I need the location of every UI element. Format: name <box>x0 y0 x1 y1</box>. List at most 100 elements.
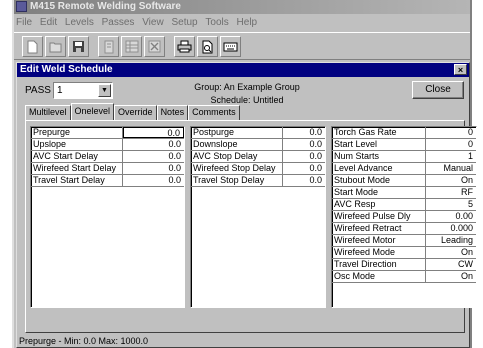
grid-row[interactable]: Prepurge 0.0 <box>31 127 184 139</box>
dialog-titlebar: Edit Weld Schedule × <box>17 63 469 77</box>
delete-button[interactable] <box>144 36 165 57</box>
param-value[interactable]: 0.0 <box>123 139 184 150</box>
document-icon <box>104 40 113 53</box>
toolbar <box>14 32 470 60</box>
dialog-close-icon[interactable]: × <box>454 64 467 75</box>
grid-row[interactable]: Travel Direction CW <box>332 259 476 271</box>
dialog-title: Edit Weld Schedule <box>20 64 113 75</box>
menu-setup[interactable]: Setup <box>171 17 197 28</box>
open-button[interactable] <box>45 36 66 57</box>
param-value[interactable]: 0.0 <box>283 163 325 174</box>
new-button[interactable] <box>22 36 43 57</box>
param-label: Prepurge <box>31 127 123 138</box>
tab-notes[interactable]: Notes <box>156 105 189 120</box>
menu-help[interactable]: Help <box>237 17 258 28</box>
menu-bar: File Edit Levels Passes View Setup Tools… <box>14 15 470 31</box>
menu-levels[interactable]: Levels <box>65 17 94 28</box>
param-label: Wirefeed Stop Delay <box>191 163 283 174</box>
app-title: M415 Remote Welding Software <box>30 1 181 12</box>
close-button[interactable]: Close <box>412 81 464 99</box>
param-value[interactable]: 1 <box>426 151 476 162</box>
grid-row[interactable]: Level Advance Manual <box>332 163 476 175</box>
param-label: Num Starts <box>332 151 426 162</box>
grid-row[interactable]: Wirefeed Stop Delay 0.0 <box>191 163 325 175</box>
param-value[interactable]: 0.0 <box>123 151 184 162</box>
param-label: Torch Gas Rate <box>332 127 426 138</box>
param-value[interactable]: CW <box>426 259 476 270</box>
grid-row[interactable]: Stubout Mode On <box>332 175 476 187</box>
grid-row[interactable]: Postpurge 0.0 <box>191 127 325 139</box>
param-value[interactable]: 0.0 <box>123 175 184 186</box>
app-icon <box>16 1 27 12</box>
new-icon <box>27 40 38 53</box>
grid-row[interactable]: Torch Gas Rate 0 <box>332 127 476 139</box>
param-label: Start Level <box>332 139 426 150</box>
param-label: AVC Resp <box>332 199 426 210</box>
print-preview-button[interactable] <box>197 36 218 57</box>
grid-row[interactable]: Wirefeed Motor Leading <box>332 235 476 247</box>
grid-row[interactable]: Osc Mode On <box>332 271 476 283</box>
param-label: Postpurge <box>191 127 283 138</box>
start-parameters-grid: Prepurge 0.0 Upslope 0.0 AVC Start Delay 0.0 W… <box>30 126 185 308</box>
param-label: Travel Start Delay <box>31 175 123 186</box>
group-name: Group: An Example Group <box>194 82 300 92</box>
param-value[interactable]: On <box>426 271 476 282</box>
save-button[interactable] <box>68 36 89 57</box>
app-titlebar: M415 Remote Welding Software <box>14 0 470 14</box>
param-value[interactable]: 0.00 <box>426 211 476 222</box>
grid-row[interactable]: Wirefeed Start Delay 0.0 <box>31 163 184 175</box>
print-button[interactable] <box>174 36 195 57</box>
pass-value: 1 <box>57 85 63 96</box>
menu-view[interactable]: View <box>142 17 164 28</box>
menu-file[interactable]: File <box>16 17 32 28</box>
grid-row[interactable]: AVC Resp 5 <box>332 199 476 211</box>
param-label: Wirefeed Motor <box>332 235 426 246</box>
param-value[interactable]: 0.0 <box>123 127 184 138</box>
tab-onelevel[interactable]: Onelevel <box>70 103 115 120</box>
grid-row[interactable]: Start Mode RF <box>332 187 476 199</box>
tab-multilevel[interactable]: Multilevel <box>25 105 71 120</box>
grid-row[interactable]: Downslope 0.0 <box>191 139 325 151</box>
param-value[interactable]: On <box>426 175 476 186</box>
grid-row[interactable]: Start Level 0 <box>332 139 476 151</box>
pass-select[interactable]: 1 ▼ <box>53 82 113 99</box>
document-button[interactable] <box>98 36 119 57</box>
grid-row[interactable]: Upslope 0.0 <box>31 139 184 151</box>
print-preview-icon <box>202 40 213 53</box>
param-value[interactable]: On <box>426 247 476 258</box>
group-info: Group: An Example Group Schedule: Untitl… <box>177 81 317 107</box>
param-value[interactable]: 0.0 <box>283 127 325 138</box>
tab-override[interactable]: Override <box>114 105 157 120</box>
param-value[interactable]: 0 <box>426 139 476 150</box>
chevron-down-icon[interactable]: ▼ <box>98 84 111 97</box>
grid-row[interactable]: AVC Stop Delay 0.0 <box>191 151 325 163</box>
grid-row[interactable]: Wirefeed Retract 0.000 <box>332 223 476 235</box>
keyboard-button[interactable] <box>220 36 241 57</box>
param-value[interactable]: Manual <box>426 163 476 174</box>
tab-comments[interactable]: Comments <box>188 105 240 120</box>
param-label: Travel Direction <box>332 259 426 270</box>
param-value[interactable]: Leading <box>426 235 476 246</box>
param-label: Upslope <box>31 139 123 150</box>
grid-icon <box>125 40 138 53</box>
param-value[interactable]: 0.0 <box>283 139 325 150</box>
grid-row[interactable]: Wirefeed Pulse Dly 0.00 <box>332 211 476 223</box>
param-value[interactable]: 0.0 <box>283 175 325 186</box>
status-bar: Prepurge - Min: 0.0 Max: 1000.0 <box>19 336 149 346</box>
menu-tools[interactable]: Tools <box>205 17 228 28</box>
param-value[interactable]: 0 <box>426 127 476 138</box>
menu-edit[interactable]: Edit <box>40 17 57 28</box>
grid-row[interactable]: Travel Start Delay 0.0 <box>31 175 184 187</box>
param-value[interactable]: 5 <box>426 199 476 210</box>
grid-row[interactable]: Wirefeed Mode On <box>332 247 476 259</box>
grid-row[interactable]: AVC Start Delay 0.0 <box>31 151 184 163</box>
grid-button[interactable] <box>121 36 142 57</box>
param-value[interactable]: 0.000 <box>426 223 476 234</box>
print-icon <box>177 40 192 53</box>
param-value[interactable]: 0.0 <box>283 151 325 162</box>
param-value[interactable]: 0.0 <box>123 163 184 174</box>
menu-passes[interactable]: Passes <box>102 17 135 28</box>
grid-row[interactable]: Num Starts 1 <box>332 151 476 163</box>
grid-row[interactable]: Travel Stop Delay 0.0 <box>191 175 325 187</box>
param-value[interactable]: RF <box>426 187 476 198</box>
